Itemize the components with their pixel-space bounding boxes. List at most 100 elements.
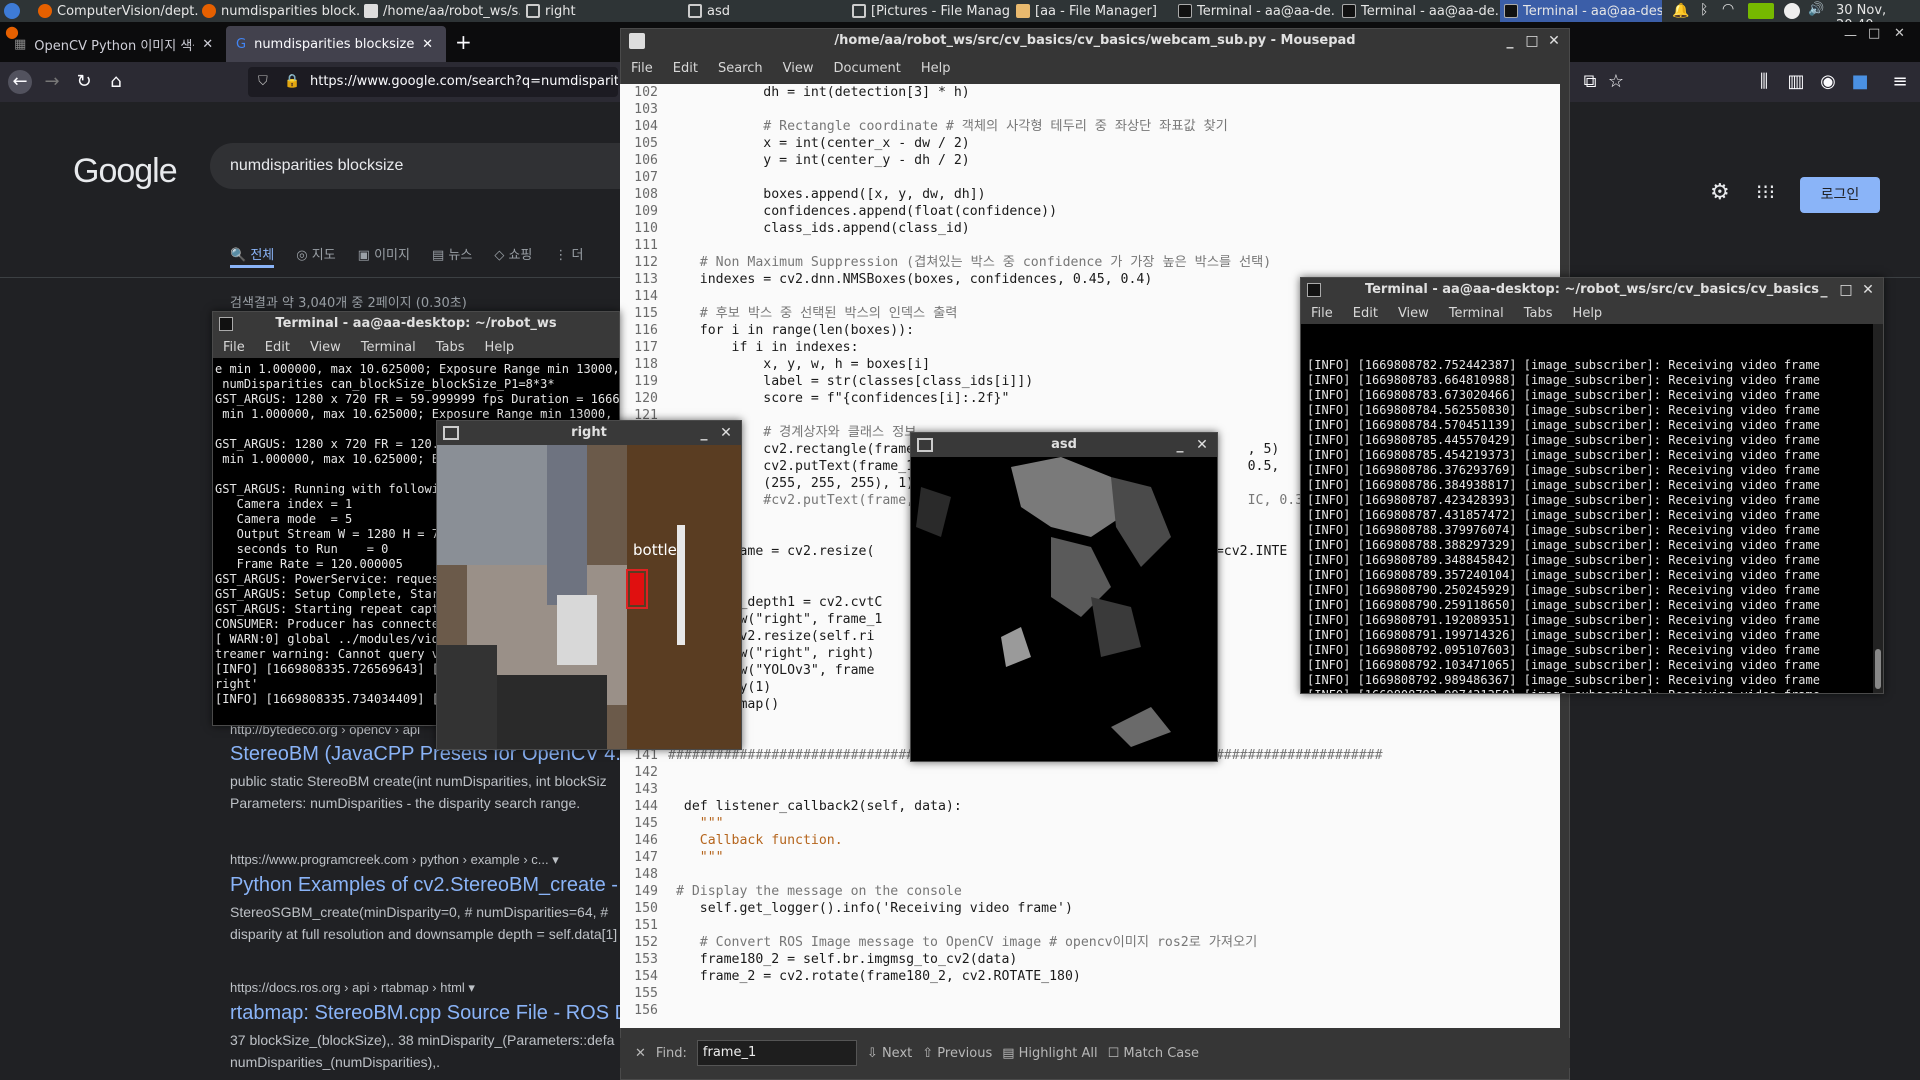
menu-view[interactable]: View — [1398, 306, 1429, 321]
next-button[interactable]: ⇩ Next — [867, 1046, 912, 1061]
translate-icon[interactable]: ⧉ — [1578, 70, 1602, 94]
reload-icon[interactable]: ↻ — [72, 70, 96, 94]
tab-more[interactable]: ⋮ 더 — [554, 244, 583, 268]
taskbar-item[interactable]: [Pictures - File Manag... — [848, 0, 1010, 22]
forward-icon[interactable]: → — [40, 70, 64, 94]
bell-icon[interactable]: 🔔 — [1672, 3, 1689, 19]
menu-terminal[interactable]: Terminal — [1449, 306, 1504, 321]
menu-tabs[interactable]: Tabs — [1524, 306, 1553, 321]
code-line[interactable]: 143 — [620, 781, 1560, 798]
close-button[interactable]: ✕ — [1894, 26, 1905, 41]
code-line[interactable]: 105 x = int(center_x - dw / 2) — [620, 135, 1560, 152]
close-icon[interactable]: ✕ — [422, 37, 433, 52]
new-tab-button[interactable]: + — [455, 30, 472, 54]
menu-search[interactable]: Search — [718, 61, 763, 76]
terminal-output[interactable]: [INFO] [1669808782.752442387] [image_sub… — [1301, 324, 1883, 693]
browser-tab[interactable]: ▦OpenCV Python 이미지 색상 변✕ — [4, 26, 224, 62]
code-line[interactable]: 148 — [620, 866, 1560, 883]
scrollbar-thumb[interactable] — [1875, 649, 1881, 689]
code-line[interactable]: 153 frame180_2 = self.br.imgmsg_to_cv2(d… — [620, 951, 1560, 968]
window-title[interactable]: Terminal - aa@aa-desktop: ~/robot_ws/src… — [1301, 278, 1883, 302]
previous-button[interactable]: ⇧ Previous — [922, 1046, 992, 1061]
menu-edit[interactable]: Edit — [673, 61, 698, 76]
code-line[interactable]: 150 self.get_logger().info('Receiving vi… — [620, 900, 1560, 917]
back-icon[interactable]: ← — [8, 70, 32, 94]
google-logo[interactable]: Google — [73, 152, 178, 191]
close-button[interactable]: ✕ — [717, 421, 735, 445]
hamburger-menu-icon[interactable]: ≡ — [1888, 70, 1912, 94]
menu-help[interactable]: Help — [1573, 306, 1603, 321]
url-bar[interactable]: ⛉ 🔒 https://www.google.com/search?q=numd… — [248, 67, 618, 97]
code-line[interactable]: 152 # Convert ROS Image message to OpenC… — [620, 934, 1560, 951]
menu-file[interactable]: File — [223, 340, 245, 355]
bluetooth-icon[interactable]: ᛒ — [1700, 2, 1708, 18]
window-title[interactable]: Terminal - aa@aa-desktop: ~/robot_ws — [213, 312, 619, 336]
extension-icon[interactable]: ■ — [1848, 70, 1872, 94]
minimize-button[interactable]: — — [1844, 28, 1857, 43]
menu-view[interactable]: View — [310, 340, 341, 355]
result-title-link[interactable]: rtabmap: StereoBM.cpp Source File - ROS … — [230, 1002, 629, 1025]
menu-view[interactable]: View — [783, 61, 814, 76]
code-line[interactable]: 109 confidences.append(float(confidence)… — [620, 203, 1560, 220]
taskbar-item[interactable]: Terminal - aa@aa-de... — [1338, 0, 1498, 22]
nvidia-icon[interactable] — [1748, 3, 1774, 19]
browser-tab-active[interactable]: Gnumdisparities blocksize - Go✕ — [226, 26, 446, 62]
scrollbar[interactable] — [1873, 324, 1883, 693]
code-line[interactable]: 104 # Rectangle coordinate # 객체의 사각형 테두리… — [620, 118, 1560, 135]
power-icon[interactable] — [1784, 3, 1800, 19]
code-line[interactable]: 151 — [620, 917, 1560, 934]
code-line[interactable]: 102 dh = int(detection[3] * h) — [620, 84, 1560, 101]
menu-file[interactable]: File — [631, 61, 653, 76]
code-line[interactable]: 103 — [620, 101, 1560, 118]
window-title[interactable]: asd _ ✕ — [911, 433, 1217, 457]
taskbar-item-active[interactable]: Terminal - aa@aa-deskt... — [1500, 0, 1662, 22]
apps-grid-icon[interactable]: ⁝⁝⁝ — [1756, 180, 1775, 204]
highlight-all-toggle[interactable]: ▤ Highlight All — [1002, 1046, 1097, 1061]
code-line[interactable]: 107 — [620, 169, 1560, 186]
home-icon[interactable]: ⌂ — [104, 70, 128, 94]
library-icon[interactable]: ⫼ — [1752, 70, 1776, 94]
code-line[interactable]: 112 # Non Maximum Suppression (겹쳐있는 박스 중… — [620, 254, 1560, 271]
code-line[interactable]: 145 """ — [620, 815, 1560, 832]
menu-edit[interactable]: Edit — [1353, 306, 1378, 321]
settings-gear-icon[interactable]: ⚙ — [1710, 180, 1730, 205]
menu-document[interactable]: Document — [833, 61, 900, 76]
volume-icon[interactable]: 🔊 — [1808, 2, 1824, 17]
window-title[interactable]: /home/aa/robot_ws/src/cv_basics/cv_basic… — [621, 29, 1569, 53]
menu-edit[interactable]: Edit — [265, 340, 290, 355]
whisker-menu-icon[interactable] — [4, 3, 20, 19]
login-button[interactable]: 로그인 — [1800, 177, 1880, 213]
taskbar-item[interactable]: numdisparities block... — [198, 0, 360, 22]
tab-maps[interactable]: ◎ 지도 — [296, 244, 335, 268]
code-line[interactable]: 106 y = int(center_y - dh / 2) — [620, 152, 1560, 169]
taskbar-item[interactable]: [aa - File Manager] — [1012, 0, 1172, 22]
code-line[interactable]: 110 class_ids.append(class_id) — [620, 220, 1560, 237]
minimize-button[interactable]: _ — [695, 421, 713, 445]
code-line[interactable]: 154 frame_2 = cv2.rotate(frame180_2, cv2… — [620, 968, 1560, 985]
maximize-button[interactable]: □ — [1837, 278, 1855, 302]
code-line[interactable]: 144 def listener_callback2(self, data): — [620, 798, 1560, 815]
shield-icon[interactable]: ⛉ — [258, 67, 268, 97]
menu-help[interactable]: Help — [921, 61, 951, 76]
minimize-button[interactable]: _ — [1815, 278, 1833, 302]
taskbar-item[interactable]: asd — [684, 0, 844, 22]
find-input[interactable]: frame_1 — [696, 1040, 857, 1066]
code-line[interactable]: 146 Callback function. — [620, 832, 1560, 849]
menu-tabs[interactable]: Tabs — [436, 340, 465, 355]
wifi-icon[interactable]: ◠ — [1722, 1, 1734, 17]
code-line[interactable]: 108 boxes.append([x, y, dw, dh]) — [620, 186, 1560, 203]
taskbar-item[interactable]: Terminal - aa@aa-de... — [1174, 0, 1336, 22]
bookmark-star-icon[interactable]: ☆ — [1604, 70, 1628, 94]
tab-images[interactable]: ▣ 이미지 — [358, 244, 410, 268]
menu-help[interactable]: Help — [485, 340, 515, 355]
taskbar-item[interactable]: right — [522, 0, 682, 22]
close-button[interactable]: ✕ — [1859, 278, 1877, 302]
code-line[interactable]: 142 — [620, 764, 1560, 781]
result-title-link[interactable]: Python Examples of cv2.StereoBM_create - — [230, 874, 618, 897]
minimize-button[interactable]: _ — [1171, 433, 1189, 457]
tab-news[interactable]: ▤ 뉴스 — [432, 244, 472, 268]
account-icon[interactable]: ◉ — [1816, 70, 1840, 94]
close-icon[interactable]: ✕ — [202, 37, 213, 52]
minimize-button[interactable]: _ — [1501, 29, 1519, 53]
close-find-icon[interactable]: ✕ — [635, 1046, 646, 1061]
